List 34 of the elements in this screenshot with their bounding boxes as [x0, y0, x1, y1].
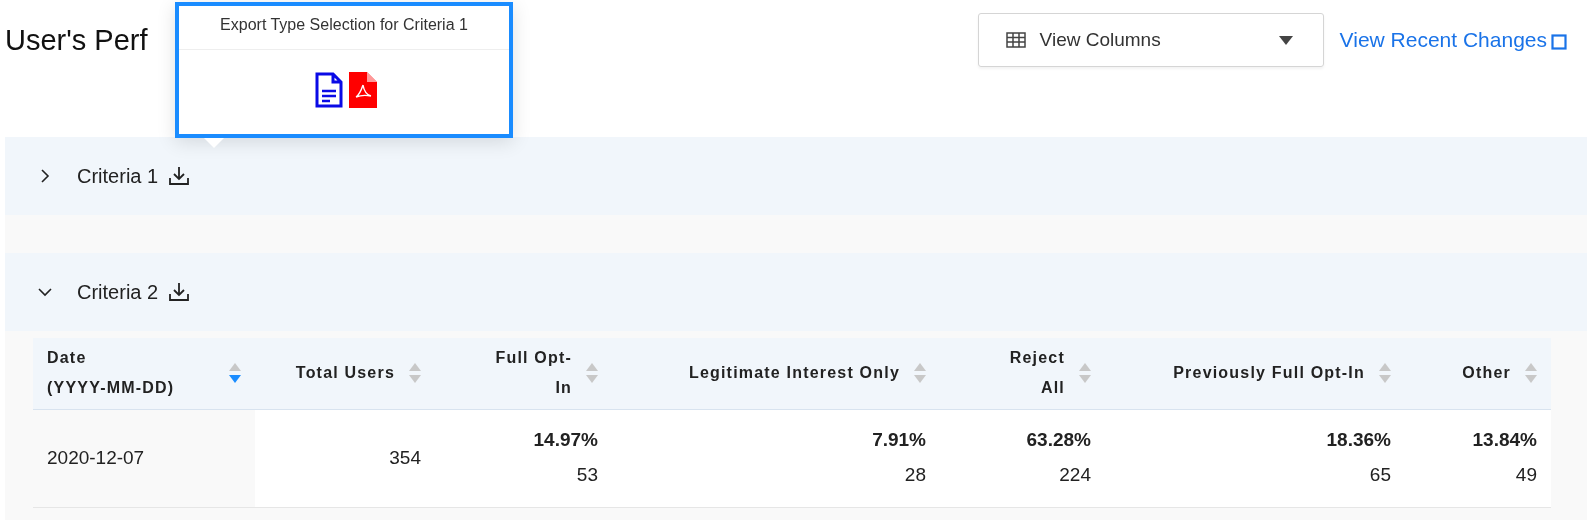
view-columns-dropdown[interactable]: View Columns — [977, 13, 1324, 67]
percent-value: 18.36% — [1325, 428, 1391, 452]
count-value: 49 — [1514, 463, 1537, 487]
percent-value: 14.97% — [532, 428, 598, 452]
column-header[interactable]: Date (YYYY-MM-DD) — [33, 338, 255, 409]
square-icon — [1551, 34, 1567, 50]
criteria-label: Criteria 2 — [77, 280, 159, 304]
column-header[interactable]: Legitimate Interest Only — [612, 338, 940, 409]
caret-icon — [1278, 35, 1293, 45]
recent-changes-link[interactable]: View Recent Changes — [1339, 28, 1547, 52]
count-value: 65 — [1368, 463, 1391, 487]
count-value: 224 — [1058, 463, 1091, 487]
count-value: 28 — [903, 463, 926, 487]
criteria-header[interactable]: Criteria 2 — [5, 253, 1587, 331]
table-icon — [1005, 32, 1026, 48]
table-cell: 354 — [255, 409, 435, 507]
percent-value: 7.91% — [871, 428, 926, 452]
column-header[interactable]: Total Users — [255, 338, 435, 409]
page-title: User's Perf — [5, 24, 148, 57]
download-icon[interactable] — [168, 166, 191, 186]
percent-value: 13.84% — [1471, 428, 1537, 452]
column-header[interactable]: Reject All — [940, 338, 1105, 409]
pdf-icon[interactable] — [349, 72, 377, 108]
column-header[interactable]: Full Opt- In — [435, 338, 612, 409]
criteria-header[interactable]: Criteria 1 — [5, 137, 1587, 215]
column-header[interactable]: Other — [1405, 338, 1551, 409]
count-value: 53 — [575, 463, 598, 487]
column-header[interactable]: Previously Full Opt-In — [1105, 338, 1405, 409]
popover-title: Export Type Selection for Criteria 1 — [179, 6, 509, 50]
table-cell: 2020-12-07 — [33, 409, 255, 507]
criteria-label: Criteria 1 — [77, 164, 159, 188]
percent-value: 63.28% — [1025, 428, 1091, 452]
download-icon[interactable] — [168, 282, 191, 302]
document-icon[interactable] — [315, 72, 343, 108]
